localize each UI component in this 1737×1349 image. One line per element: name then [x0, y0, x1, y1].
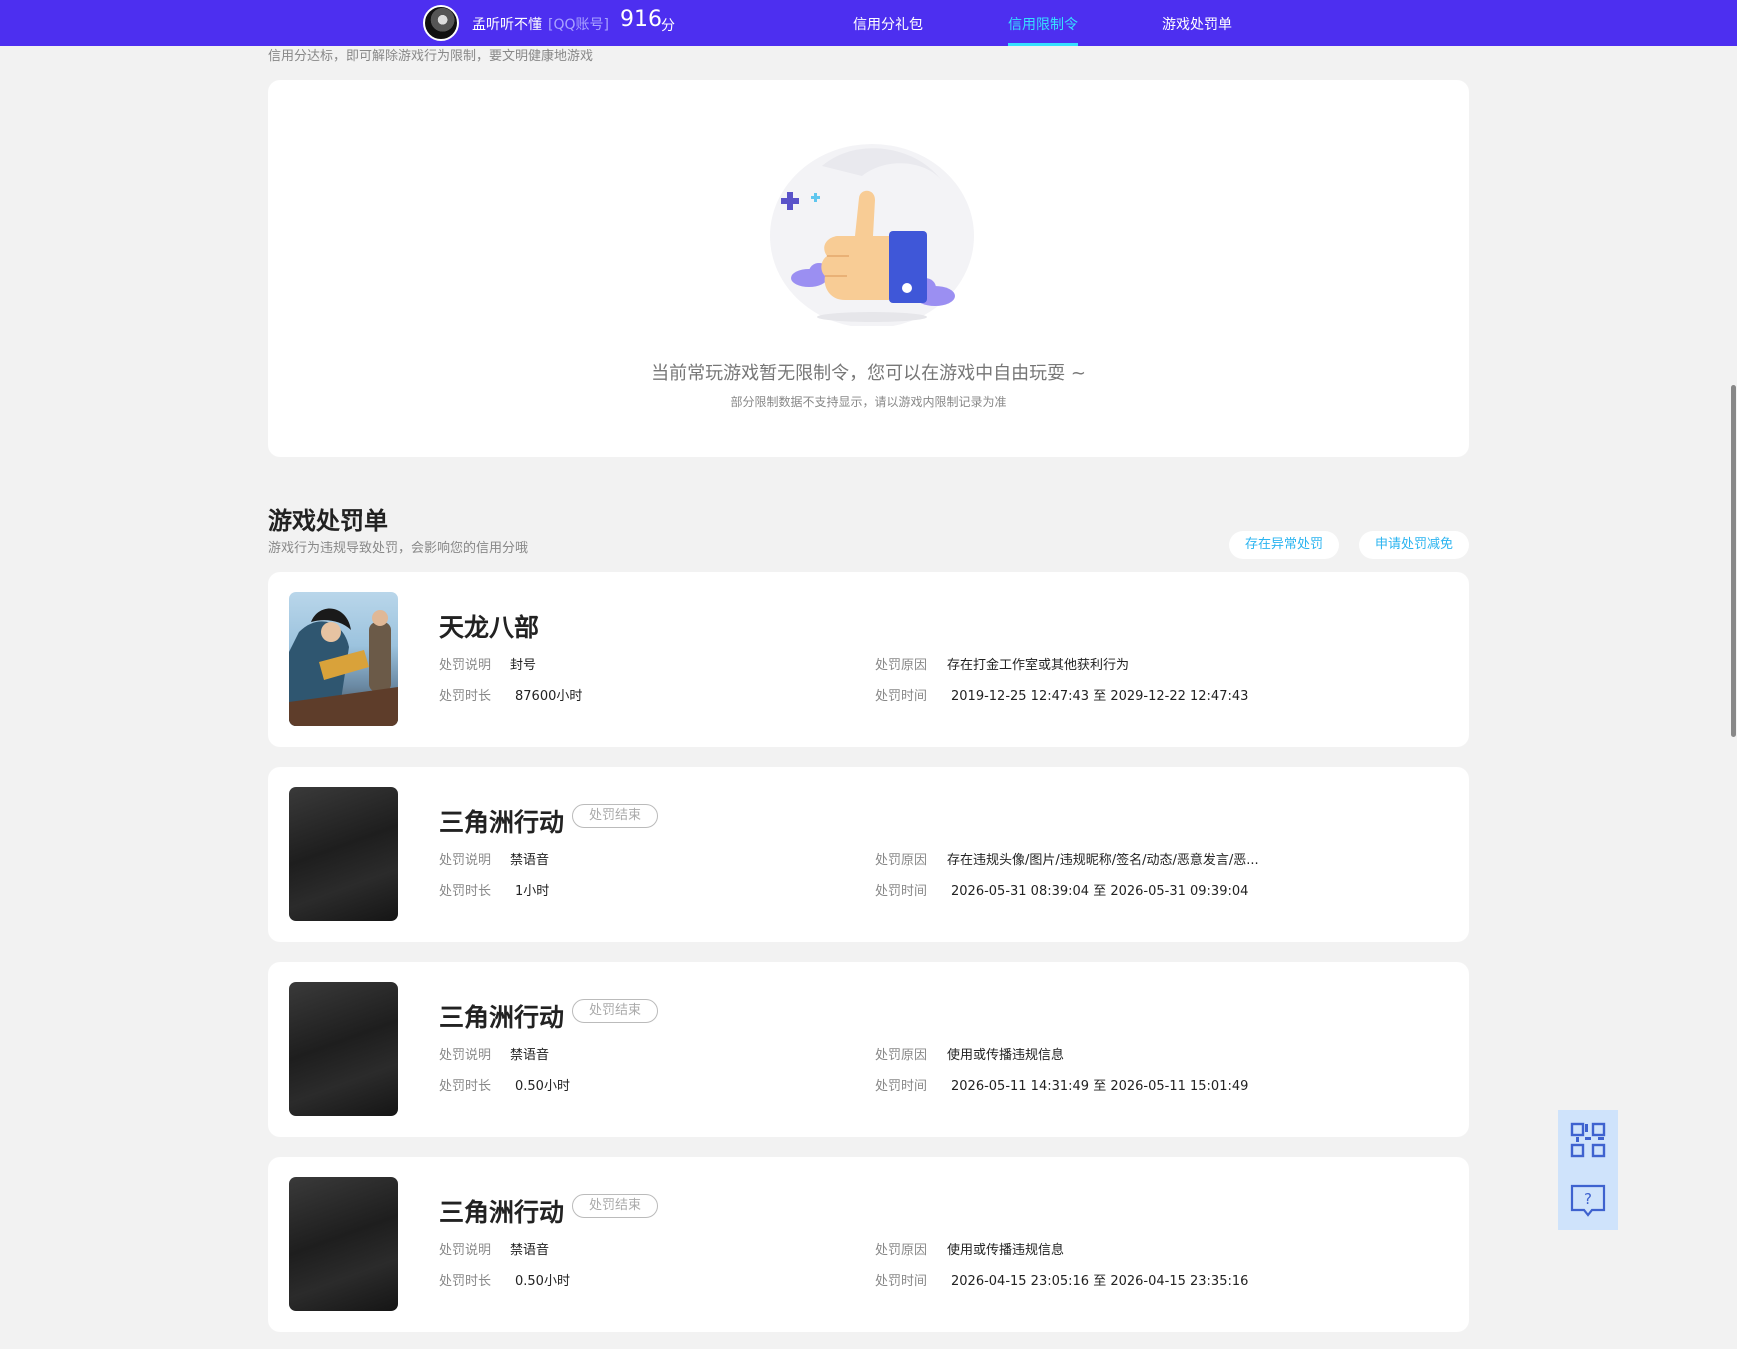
punishment-status-badge: 处罚结束	[572, 999, 658, 1023]
punishment-reason-value: 使用或传播违规信息	[947, 1048, 1065, 1063]
nav-credit-limit[interactable]: 信用限制令	[1008, 14, 1078, 34]
punishment-desc-value: 禁语音	[510, 853, 550, 868]
game-name: 三角洲行动	[439, 1198, 565, 1227]
punishment-reason-value: 使用或传播违规信息	[947, 1243, 1065, 1258]
punishment-reason-label: 处罚原因	[875, 1243, 928, 1258]
punishment-time-value: 2019-12-25 12:47:43 至 2029-12-22 12:47:4…	[951, 689, 1249, 704]
avatar[interactable]	[423, 5, 459, 41]
empty-state-note: 部分限制数据不支持显示，请以游戏内限制记录为准	[730, 395, 1007, 409]
help-chat-icon: ?	[1570, 1184, 1606, 1217]
punishment-reason-value: 存在违规头像/图片/违规昵称/签名/动态/恶意发言/恶...	[947, 853, 1259, 868]
punishment-record-card: 三角洲行动 处罚结束 处罚说明 禁语音 处罚时长 0.50小时 处罚原因 使用或…	[268, 1157, 1469, 1332]
punishment-duration-value: 87600小时	[515, 689, 583, 704]
punishment-duration-value: 0.50小时	[515, 1079, 570, 1094]
punishment-desc-label: 处罚说明	[439, 1048, 492, 1063]
help-feedback-button[interactable]: ?	[1558, 1170, 1618, 1230]
punishment-desc-value: 封号	[510, 658, 537, 673]
punishment-section-subtitle: 游戏行为违规导致处罚，会影响您的信用分哦	[268, 541, 529, 556]
page-scrollbar[interactable]	[1731, 385, 1736, 737]
game-cover-image	[289, 982, 398, 1116]
punishment-time-label: 处罚时间	[875, 689, 928, 704]
limit-subtitle: 信用分达标，即可解除游戏行为限制，要文明健康地游戏	[268, 49, 594, 64]
credit-score: 916	[620, 7, 662, 32]
qrcode-button[interactable]	[1558, 1110, 1618, 1170]
punishment-status-badge: 处罚结束	[572, 1194, 658, 1218]
punishment-time-label: 处罚时间	[875, 1079, 928, 1094]
nav-game-punishment[interactable]: 游戏处罚单	[1162, 14, 1232, 34]
game-name: 天龙八部	[439, 613, 540, 642]
credit-score-unit: 分	[661, 18, 675, 34]
punishment-time-value: 2026-05-31 08:39:04 至 2026-05-31 09:39:0…	[951, 884, 1249, 899]
punishment-desc-label: 处罚说明	[439, 1243, 492, 1258]
punishment-reason-value: 存在打金工作室或其他获利行为	[947, 658, 1130, 673]
punishment-record-card: 三角洲行动 处罚结束 处罚说明 禁语音 处罚时长 1小时 处罚原因 存在违规头像…	[268, 767, 1469, 942]
punishment-section-title: 游戏处罚单	[268, 507, 388, 535]
punishment-reason-label: 处罚原因	[875, 1048, 928, 1063]
limit-empty-card: 当前常玩游戏暂无限制令，您可以在游戏中自由玩耍 ~ 部分限制数据不支持显示，请以…	[268, 80, 1469, 457]
punishment-record-card: 天龙八部 处罚说明 封号 处罚时长 87600小时 处罚原因 存在打金工作室或其…	[268, 572, 1469, 747]
punishment-duration-value: 0.50小时	[515, 1274, 570, 1289]
punishment-time-value: 2026-05-11 14:31:49 至 2026-05-11 15:01:4…	[951, 1079, 1249, 1094]
punishment-duration-label: 处罚时长	[439, 689, 492, 704]
nav-credit-gift[interactable]: 信用分礼包	[853, 14, 923, 34]
punishment-status-badge: 处罚结束	[572, 804, 658, 828]
punishment-reason-label: 处罚原因	[875, 658, 928, 673]
game-name: 三角洲行动	[439, 808, 565, 837]
punishment-desc-label: 处罚说明	[439, 658, 492, 673]
punishment-reason-label: 处罚原因	[875, 853, 928, 868]
punishment-desc-value: 禁语音	[510, 1243, 550, 1258]
punishment-duration-label: 处罚时长	[439, 1079, 492, 1094]
apply-punishment-reduction-button[interactable]: 申请处罚减免	[1359, 531, 1469, 559]
punishment-desc-label: 处罚说明	[439, 853, 492, 868]
punishment-duration-label: 处罚时长	[439, 1274, 492, 1289]
game-cover-image	[289, 1177, 398, 1311]
punishment-duration-value: 1小时	[515, 884, 550, 899]
punishment-time-label: 处罚时间	[875, 884, 928, 899]
game-cover-image	[289, 787, 398, 921]
qrcode-icon	[1570, 1122, 1606, 1158]
top-nav-bar: 孟听听不懂 [QQ账号] 916 分 信用分礼包 信用限制令 游戏处罚单	[0, 0, 1737, 46]
game-name: 三角洲行动	[439, 1003, 565, 1032]
punishment-time-label: 处罚时间	[875, 1274, 928, 1289]
punishment-desc-value: 禁语音	[510, 1048, 550, 1063]
svg-text:?: ?	[1584, 1190, 1592, 1208]
active-nav-underline	[1008, 43, 1078, 46]
thumbs-up-illustration-icon	[770, 144, 974, 326]
punishment-record-card: 三角洲行动 处罚结束 处罚说明 禁语音 处罚时长 0.50小时 处罚原因 使用或…	[268, 962, 1469, 1137]
punishment-time-value: 2026-04-15 23:05:16 至 2026-04-15 23:35:1…	[951, 1274, 1249, 1289]
account-type: [QQ账号]	[548, 17, 609, 33]
report-abnormal-punishment-button[interactable]: 存在异常处罚	[1229, 531, 1339, 559]
punishment-duration-label: 处罚时长	[439, 884, 492, 899]
game-cover-image	[289, 592, 398, 726]
empty-state-title: 当前常玩游戏暂无限制令，您可以在游戏中自由玩耍 ~	[651, 363, 1086, 384]
username: 孟听听不懂	[472, 17, 542, 33]
